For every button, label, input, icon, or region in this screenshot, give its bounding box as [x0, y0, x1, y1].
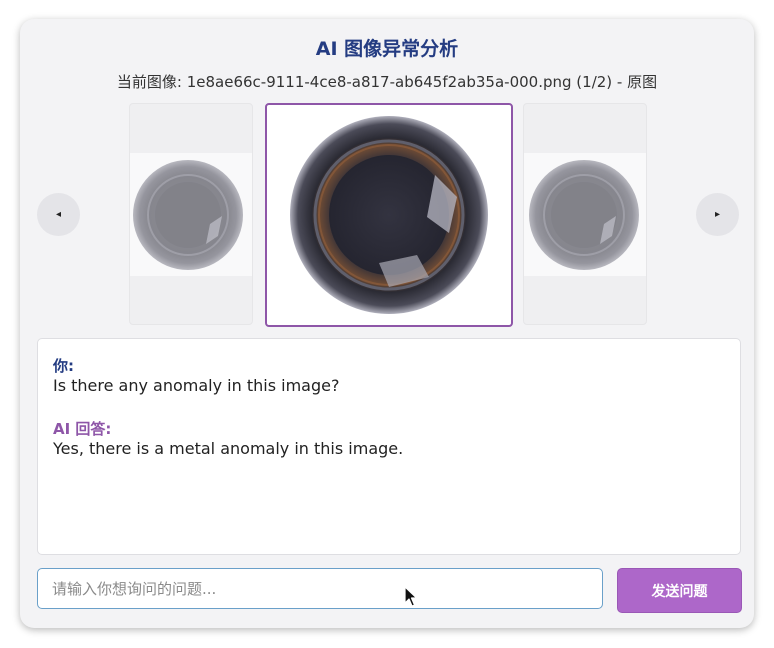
- page-title: AI 图像异常分析: [315, 38, 459, 60]
- thumbnail-previous[interactable]: [129, 103, 253, 325]
- mouse-pointer-icon: [404, 586, 418, 607]
- thumbnail-next[interactable]: [523, 103, 647, 325]
- ai-answer-text: Yes, there is a metal anomaly in this im…: [53, 439, 404, 458]
- ai-answer-label: AI 回答:: [53, 420, 112, 438]
- bottle-thumbnail-image: [529, 160, 639, 270]
- send-question-button[interactable]: 发送问题: [617, 568, 742, 613]
- bottle-thumbnail-image: [133, 160, 243, 270]
- bottle-main-image: [290, 116, 488, 314]
- question-input[interactable]: [37, 568, 603, 609]
- next-image-button[interactable]: ▸: [696, 193, 739, 236]
- thumbnail-current-selected[interactable]: [265, 103, 513, 327]
- analysis-card: AI 图像异常分析 当前图像: 1e8ae66c-9111-4ce8-a817-…: [20, 19, 754, 628]
- chat-history-panel: 你: Is there any anomaly in this image? A…: [37, 338, 741, 555]
- current-image-info: 当前图像: 1e8ae66c-9111-4ce8-a817-ab645f2ab3…: [116, 73, 658, 91]
- triangle-right-icon: ▸: [714, 209, 721, 220]
- previous-image-button[interactable]: ◂: [37, 193, 80, 236]
- user-message-label: 你:: [53, 357, 74, 375]
- user-message-text: Is there any anomaly in this image?: [53, 376, 340, 395]
- triangle-left-icon: ◂: [55, 209, 62, 220]
